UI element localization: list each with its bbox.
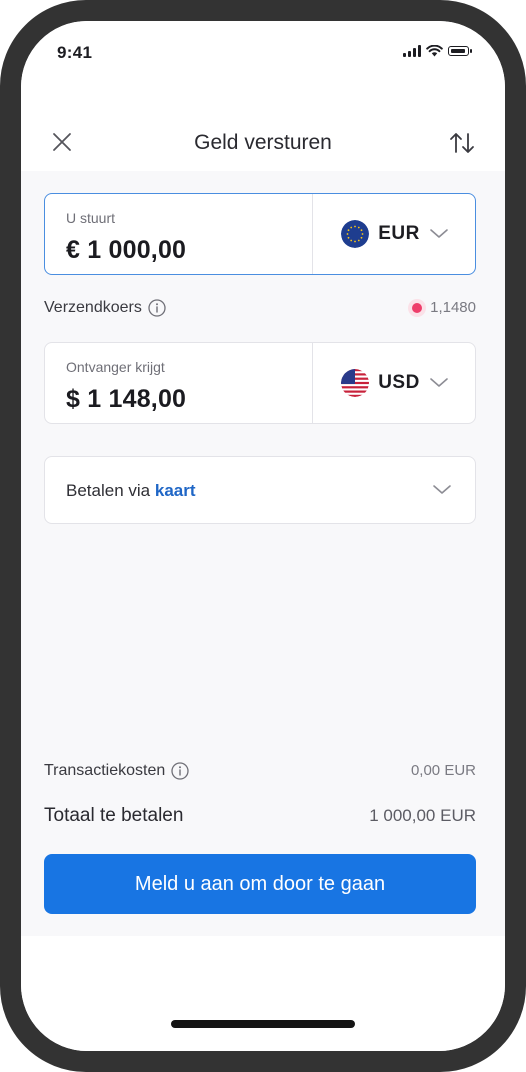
cellular-signal-icon: [403, 45, 421, 57]
send-currency-selector[interactable]: EUR: [313, 194, 477, 274]
receive-label: Ontvanger krijgt: [66, 359, 165, 375]
transaction-fee-value: 0,00 EUR: [410, 762, 476, 779]
send-label: U stuurt: [66, 210, 116, 226]
exchange-rate-value: 1,1480: [430, 299, 476, 316]
payment-prefix: Betalen via: [66, 481, 151, 500]
payment-method-link[interactable]: kaart: [155, 481, 196, 500]
swap-vertical-icon[interactable]: [447, 128, 477, 158]
chevron-down-icon: [433, 485, 451, 494]
send-amount-field[interactable]: U stuurt € 1 000,00 EUR: [44, 193, 476, 275]
info-icon[interactable]: [148, 299, 166, 317]
bottom-area: [21, 936, 505, 1051]
exchange-rate-label: Verzendkoers: [44, 299, 142, 316]
wifi-icon: [426, 45, 443, 57]
payment-method-text: Betalen via kaart: [66, 481, 196, 501]
status-icons: [403, 45, 472, 57]
page-title: Geld versturen: [194, 131, 332, 154]
us-flag-icon: [341, 369, 370, 397]
transaction-fee-label: Transactiekosten: [44, 762, 166, 779]
send-amount-input[interactable]: € 1 000,00: [66, 236, 186, 265]
total-row: Totaal te betalen 1 000,00 EUR: [44, 805, 476, 827]
home-indicator[interactable]: [171, 1020, 355, 1028]
send-currency-code: EUR: [378, 223, 420, 244]
receive-currency-selector[interactable]: USD: [313, 343, 477, 423]
exchange-rate-row: Verzendkoers 1,1480: [44, 297, 476, 321]
info-icon[interactable]: [171, 762, 189, 780]
status-time: 9:41: [57, 43, 93, 62]
total-value: 1 000,00 EUR: [369, 806, 476, 825]
total-label: Totaal te betalen: [44, 805, 184, 826]
receive-amount-field[interactable]: Ontvanger krijgt $ 1 148,00 USD: [44, 342, 476, 424]
battery-icon: [448, 46, 472, 56]
payment-method-selector[interactable]: Betalen via kaart: [44, 456, 476, 524]
chevron-down-icon: [430, 378, 448, 387]
sign-in-continue-button[interactable]: Meld u aan om door te gaan: [44, 854, 476, 914]
receive-currency-code: USD: [378, 372, 420, 393]
eu-flag-icon: [341, 220, 370, 248]
app-screen: 9:41 Geld versturen U stuurt € 1 000,00: [21, 21, 505, 1051]
rate-live-indicator: [412, 302, 423, 313]
receive-amount-input[interactable]: $ 1 148,00: [66, 385, 186, 414]
chevron-down-icon: [430, 229, 448, 238]
